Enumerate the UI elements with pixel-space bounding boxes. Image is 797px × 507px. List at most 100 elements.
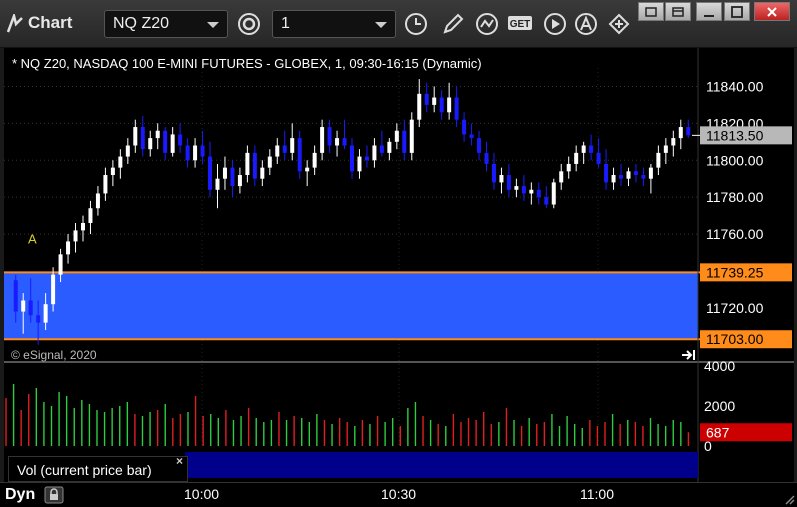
candle-body bbox=[551, 182, 556, 205]
candle-body bbox=[185, 145, 190, 161]
candle-body bbox=[245, 152, 250, 176]
zone-top-badge: 11739.25 bbox=[706, 264, 764, 280]
window-title: Chart bbox=[28, 13, 73, 32]
interval-value: 1 bbox=[281, 15, 290, 32]
chevron-down-icon bbox=[375, 22, 387, 28]
candle-body bbox=[686, 127, 691, 136]
price-tick-label: 11780.00 bbox=[706, 189, 764, 205]
candle-body bbox=[387, 141, 392, 153]
zone-bottom-badge: 11703.00 bbox=[706, 331, 764, 347]
maximize-window-button[interactable] bbox=[724, 2, 750, 21]
candle-body bbox=[118, 156, 123, 168]
draw-button[interactable] bbox=[440, 11, 466, 37]
clock-icon bbox=[405, 13, 427, 35]
popout-window-button[interactable] bbox=[665, 2, 691, 21]
candle-body bbox=[409, 119, 414, 153]
study-button[interactable] bbox=[474, 11, 500, 37]
candle-body bbox=[619, 175, 624, 179]
volume-study-close-button[interactable]: × bbox=[176, 454, 183, 468]
popout-icon bbox=[672, 6, 684, 17]
candle-body bbox=[282, 145, 287, 153]
time-tick-1030: 10:30 bbox=[381, 486, 417, 502]
candle-body bbox=[454, 97, 459, 120]
candle-body bbox=[364, 156, 369, 161]
volume-study-label: Vol (current price bar) bbox=[8, 456, 188, 482]
candle-body bbox=[125, 145, 130, 157]
candle-body bbox=[178, 134, 183, 146]
candle-body bbox=[626, 171, 631, 179]
candle-body bbox=[215, 178, 220, 190]
candle-body bbox=[88, 208, 93, 223]
candle-body bbox=[305, 167, 310, 172]
current-price-badge: 11813.50 bbox=[706, 127, 764, 143]
price-zone-box bbox=[4, 272, 698, 340]
resize-grip-icon[interactable] bbox=[783, 493, 795, 505]
symbol-combo[interactable]: NQ Z20 bbox=[104, 10, 228, 38]
candle-body bbox=[394, 130, 399, 142]
candle-body bbox=[559, 171, 564, 183]
candle-body bbox=[439, 97, 444, 113]
candle-body bbox=[342, 138, 347, 146]
scroll-to-end-icon[interactable] bbox=[680, 348, 696, 362]
minimize-window-button[interactable] bbox=[696, 2, 722, 21]
candle-body bbox=[13, 280, 18, 312]
candle-body bbox=[95, 193, 100, 209]
candle-body bbox=[110, 167, 115, 176]
price-tick-label: 11800.00 bbox=[706, 152, 764, 168]
candle-body bbox=[491, 163, 496, 183]
candle-body bbox=[521, 186, 526, 194]
symbol-info: * NQ Z20, NASDAQ 100 E-MINI FUTURES - GL… bbox=[12, 56, 482, 71]
volume-tick-label: 4000 bbox=[704, 358, 735, 374]
interval-combo[interactable]: 1 bbox=[272, 10, 396, 38]
current-volume-badge: 687 bbox=[706, 424, 730, 440]
candle-body bbox=[633, 171, 638, 176]
candle-body bbox=[73, 230, 78, 242]
candle-body bbox=[193, 145, 198, 161]
candle-body bbox=[200, 145, 205, 157]
candle-body bbox=[596, 152, 601, 164]
price-tick-label: 11760.00 bbox=[706, 226, 764, 242]
candle-body bbox=[514, 186, 519, 190]
volume-tick-label: 2000 bbox=[704, 398, 735, 414]
candle-body bbox=[350, 145, 354, 172]
alert-button[interactable] bbox=[573, 11, 599, 37]
time-tick-1000: 10:00 bbox=[184, 486, 220, 502]
candle-body bbox=[103, 175, 108, 194]
app-logo-icon bbox=[6, 14, 23, 33]
candle-body bbox=[499, 175, 504, 183]
chevron-down-icon bbox=[207, 22, 219, 28]
lock-icon[interactable] bbox=[44, 486, 64, 504]
restore-window-button[interactable] bbox=[638, 2, 664, 21]
candle-body bbox=[155, 130, 160, 139]
get-button[interactable]: GET bbox=[507, 11, 535, 37]
candle-body bbox=[335, 138, 340, 146]
clock-button[interactable] bbox=[403, 11, 429, 37]
candle-body bbox=[80, 222, 85, 231]
time-tick-1100: 11:00 bbox=[580, 486, 614, 502]
candle-body bbox=[230, 167, 235, 187]
candle-body bbox=[574, 152, 579, 164]
close-window-button[interactable] bbox=[754, 2, 790, 21]
line-study-icon bbox=[476, 13, 498, 35]
link-button[interactable] bbox=[606, 11, 632, 37]
candle-body bbox=[671, 138, 676, 146]
candle-body bbox=[447, 97, 452, 113]
settings-button[interactable] bbox=[236, 11, 262, 37]
dynamic-mode-label[interactable]: Dyn bbox=[5, 486, 35, 504]
pencil-icon bbox=[443, 13, 464, 34]
candle-body bbox=[133, 127, 138, 146]
title-bar: Chart NQ Z20 1 GET bbox=[0, 0, 797, 48]
price-tick-label: 11840.00 bbox=[706, 78, 764, 94]
candle-body bbox=[484, 152, 489, 164]
candle-body bbox=[641, 175, 646, 179]
candle-body bbox=[148, 138, 153, 150]
chart-area[interactable]: A 11840.00 11820.00 11800.00 11780.00 11760.0… bbox=[4, 48, 794, 482]
play-button[interactable] bbox=[542, 11, 568, 37]
candle-body bbox=[462, 119, 467, 135]
price-chart[interactable]: A11840.0011820.0011800.0011780.0011760.0… bbox=[4, 48, 794, 482]
candle-body bbox=[663, 145, 668, 153]
candle-body bbox=[417, 93, 422, 120]
candle-body bbox=[290, 138, 295, 153]
candle-body bbox=[402, 130, 407, 153]
play-icon bbox=[544, 13, 566, 35]
